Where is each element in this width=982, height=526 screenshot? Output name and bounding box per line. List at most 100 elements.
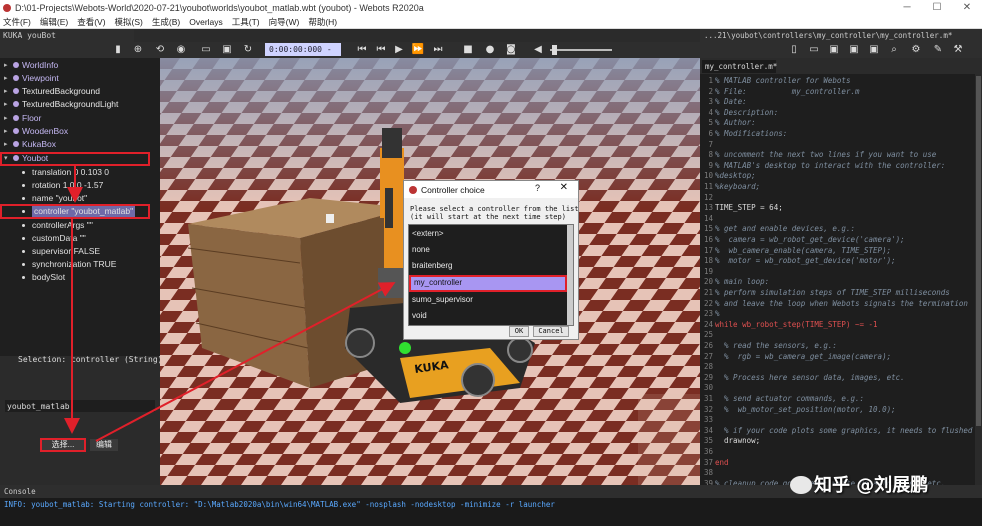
expand-arrow-icon[interactable]: ▸ <box>4 138 8 151</box>
controller-list[interactable]: <extern> none braitenberg my_controller … <box>408 224 574 326</box>
code-line[interactable]: 1% MATLAB controller for Webots <box>700 76 850 87</box>
expand-arrow-icon[interactable]: ▸ <box>4 85 8 98</box>
menu-simulation[interactable]: 模拟(S) <box>115 16 143 28</box>
hide-scene-tree-icon[interactable]: ▮ <box>110 43 126 57</box>
stop-icon[interactable]: ■ <box>460 43 476 57</box>
code-line[interactable]: 5% Author: <box>700 118 755 129</box>
maximize-icon[interactable]: ☐ <box>922 0 952 15</box>
step-back-icon[interactable]: ⏮ <box>354 43 370 57</box>
menu-build[interactable]: 生成(B) <box>152 16 180 28</box>
save-world-icon[interactable]: ▣ <box>219 43 235 57</box>
reset-simulation-icon[interactable]: ⏮ <box>373 43 389 57</box>
code-line[interactable]: 14 <box>700 214 715 225</box>
code-line[interactable]: 32 % wb_motor_set_position(motor, 10.0); <box>700 405 896 416</box>
editor-tab-my-controller[interactable]: my_controller.m* <box>702 60 777 73</box>
new-file-icon[interactable]: ▯ <box>786 43 802 57</box>
code-line[interactable]: 13 TIME_STEP = 64; <box>700 203 783 214</box>
code-line[interactable]: 35 drawnow; <box>700 436 760 447</box>
code-line[interactable]: 26 % read the sensors, e.g.: <box>700 341 837 352</box>
sound-icon[interactable]: ◀ <box>530 43 546 57</box>
find-icon[interactable]: ⌕ <box>886 43 902 57</box>
tree-field-translation[interactable]: translation 0 0.103 0 <box>0 166 160 179</box>
menu-view[interactable]: 查看(V) <box>77 16 105 28</box>
code-line[interactable]: 6% Modifications: <box>700 129 787 140</box>
tree-field-synchronization[interactable]: synchronization TRUE <box>0 258 160 271</box>
code-line[interactable]: 9% MATLAB's desktop to interact with the… <box>700 161 945 172</box>
minimize-icon[interactable]: ─ <box>892 0 922 15</box>
volume-slider-knob[interactable] <box>552 45 557 55</box>
editor-scrollbar[interactable] <box>975 74 982 485</box>
tree-node-kukabox[interactable]: ▸ KukaBox <box>0 138 160 151</box>
open-world-icon[interactable]: ▭ <box>198 43 214 57</box>
code-line[interactable]: 31 % send actuator commands, e.g.: <box>700 394 864 405</box>
expand-arrow-icon[interactable]: ▸ <box>4 98 8 111</box>
code-line[interactable]: 22% and leave the loop when Webots signa… <box>700 299 968 310</box>
edit-controller-button[interactable]: 编辑 <box>90 439 118 451</box>
tree-node-woodenbox[interactable]: ▸ WoodenBox <box>0 125 160 138</box>
expand-arrow-icon[interactable]: ▸ <box>4 112 8 125</box>
close-icon[interactable]: ✕ <box>560 182 568 193</box>
eye-icon[interactable]: ◉ <box>173 43 189 57</box>
controller-option-braitenberg[interactable]: braitenberg <box>409 258 567 274</box>
open-file-icon[interactable]: ▭ <box>806 43 822 57</box>
code-line[interactable]: 24 while wb_robot_step(TIME_STEP) ~= -1 <box>700 320 878 331</box>
controller-option-extern[interactable]: <extern> <box>409 226 567 242</box>
tree-field-bodyslot[interactable]: bodySlot <box>0 271 160 284</box>
screenshot-icon[interactable]: ◙ <box>503 43 519 57</box>
code-line[interactable]: 16% camera = wb_robot_get_device('camera… <box>700 235 905 246</box>
help-icon[interactable]: ? <box>535 183 540 193</box>
tree-node-viewpoint[interactable]: ▸ Viewpoint <box>0 72 160 85</box>
code-line[interactable]: 38 <box>700 468 715 479</box>
code-editor[interactable]: 1% MATLAB controller for Webots 2% File: … <box>700 74 975 485</box>
menu-wizards[interactable]: 向导(W) <box>269 16 300 28</box>
reset-view-icon[interactable]: ⟲ <box>152 43 168 57</box>
code-line[interactable]: 3% Date: <box>700 97 746 108</box>
code-line[interactable]: 33 <box>700 415 715 426</box>
menu-tools[interactable]: 工具(T) <box>232 16 260 28</box>
save-as-icon[interactable]: ▣ <box>846 43 862 57</box>
expand-arrow-icon[interactable]: ▸ <box>4 72 8 85</box>
fastest-icon[interactable]: ⏭ <box>430 43 446 57</box>
menu-help[interactable]: 帮助(H) <box>308 16 337 28</box>
fast-icon[interactable]: ⏩ <box>410 43 426 57</box>
code-line[interactable]: 10 %desktop; <box>700 171 756 182</box>
code-line[interactable]: 4% Description: <box>700 108 778 119</box>
reload-world-icon[interactable]: ↻ <box>240 43 256 57</box>
ok-button[interactable]: OK <box>509 326 529 337</box>
code-line[interactable]: 20% main loop: <box>700 277 769 288</box>
controller-option-none[interactable]: none <box>409 242 567 258</box>
code-line[interactable]: 25 <box>700 330 715 341</box>
menu-edit[interactable]: 编辑(E) <box>40 16 68 28</box>
menu-file[interactable]: 文件(F) <box>3 16 31 28</box>
volume-slider[interactable] <box>550 49 612 51</box>
code-line[interactable]: 23% <box>700 309 720 320</box>
run-icon[interactable]: ▶ <box>391 43 407 57</box>
tree-node-worldinfo[interactable]: ▸ WorldInfo <box>0 59 160 72</box>
code-line[interactable]: 27 % rgb = wb_camera_get_image(camera); <box>700 352 891 363</box>
code-line[interactable]: 11 %keyboard; <box>700 182 760 193</box>
code-line[interactable]: 15% get and enable devices, e.g.: <box>700 224 855 235</box>
code-line[interactable]: 12 <box>700 193 715 204</box>
list-scrollbar[interactable] <box>567 225 573 325</box>
code-line[interactable]: 30 <box>700 383 715 394</box>
code-line[interactable]: 36 <box>700 447 715 458</box>
tree-field-controllerargs[interactable]: controllerArgs "" <box>0 219 160 232</box>
tree-node-texturedbackground[interactable]: ▸ TexturedBackground <box>0 85 160 98</box>
menu-overlays[interactable]: Overlays <box>189 17 223 27</box>
controller-option-my-controller[interactable]: my_controller <box>409 275 567 292</box>
code-line[interactable]: 37 end <box>700 458 729 469</box>
select-controller-button[interactable]: 选择... <box>40 438 86 452</box>
build-icon[interactable]: ⚙ <box>908 43 924 57</box>
code-line[interactable]: 19 <box>700 267 715 278</box>
expand-arrow-icon[interactable]: ▸ <box>4 125 8 138</box>
expand-arrow-icon[interactable]: ▸ <box>4 59 8 72</box>
save-all-icon[interactable]: ▣ <box>866 43 882 57</box>
close-icon[interactable]: ✕ <box>952 0 982 15</box>
code-line[interactable]: 29 % Process here sensor data, images, e… <box>700 373 905 384</box>
cancel-button[interactable]: Cancel <box>533 326 569 337</box>
tree-node-texturedbackgroundlight[interactable]: ▸ TexturedBackgroundLight <box>0 98 160 111</box>
code-line[interactable]: 17% wb_camera_enable(camera, TIME_STEP); <box>700 246 891 257</box>
code-line[interactable]: 21% perform simulation steps of TIME_STE… <box>700 288 950 299</box>
controller-option-void[interactable]: void <box>409 308 567 324</box>
code-line[interactable]: 8% uncomment the next two lines if you w… <box>700 150 936 161</box>
